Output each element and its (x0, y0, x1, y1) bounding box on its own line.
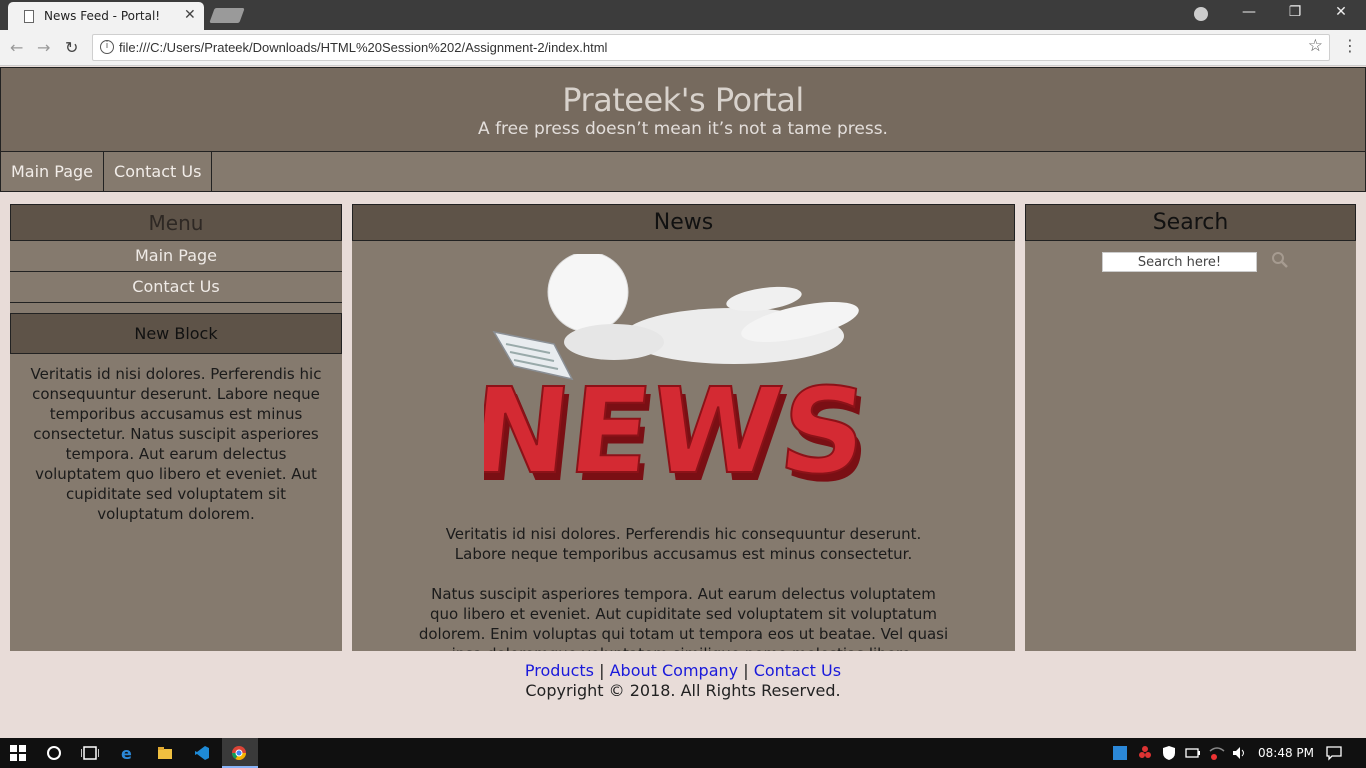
site-tagline: A free press doesn’t mean it’s not a tam… (478, 119, 888, 139)
search-row (1025, 241, 1356, 281)
page-icon (24, 10, 34, 23)
tab-title: News Feed - Portal! (44, 9, 161, 23)
footer-link-contact-us[interactable]: Contact Us (754, 661, 841, 680)
windows-taskbar: e 08:48 PM (0, 738, 1366, 768)
menu-heading: Menu (10, 204, 342, 241)
search-sidebar: Search (1025, 204, 1356, 651)
url-text[interactable]: file:///C:/Users/Prateek/Downloads/HTML%… (119, 40, 607, 55)
bookmark-star-icon[interactable]: ☆ (1308, 36, 1323, 56)
forward-icon[interactable]: → (37, 38, 50, 57)
defender-shield-icon[interactable] (1160, 745, 1178, 761)
cortana-icon[interactable] (45, 745, 63, 761)
chrome-taskbar-button[interactable] (222, 738, 258, 768)
footer-links: Products | About Company | Contact Us (0, 661, 1366, 681)
vscode-icon[interactable] (193, 745, 211, 761)
wifi-disconnected-icon[interactable] (1208, 745, 1226, 761)
search-heading: Search (1025, 204, 1356, 241)
new-block-heading: New Block (10, 313, 342, 354)
footer-link-about-company[interactable]: About Company (610, 661, 739, 680)
sidebar-item-contact-us[interactable]: Contact Us (10, 272, 342, 303)
minimize-button[interactable]: — (1226, 4, 1272, 20)
search-icon[interactable] (1271, 251, 1289, 269)
topnav-main-page[interactable]: Main Page (1, 152, 105, 191)
new-block-text: Veritatis id nisi dolores. Perferendis h… (30, 365, 322, 523)
left-sidebar: Menu Main Page Contact Us New Block Veri… (10, 204, 342, 651)
file-explorer-icon[interactable] (156, 745, 174, 761)
footer-link-products[interactable]: Products (525, 661, 594, 680)
news-letters: NEWS (484, 362, 873, 500)
copyright: Copyright © 2018. All Rights Reserved. (525, 681, 841, 700)
taskbar-clock[interactable]: 08:48 PM (1258, 746, 1314, 760)
close-tab-icon[interactable]: ✕ (184, 7, 196, 23)
footer-separator: | (599, 661, 605, 680)
news-paragraph-1: Veritatis id nisi dolores. Perferendis h… (445, 525, 922, 563)
action-center-icon[interactable] (1325, 745, 1343, 761)
news-figure-graphic: NEWS NEWS (463, 251, 878, 508)
site-header: Prateek's Portal A free press doesn’t me… (0, 67, 1366, 152)
back-icon[interactable]: ← (10, 38, 23, 57)
address-bar[interactable]: i file:///C:/Users/Prateek/Downloads/HTM… (92, 34, 1330, 61)
edge-browser-icon[interactable]: e (119, 745, 137, 761)
topnav-contact-us[interactable]: Contact Us (104, 152, 213, 191)
top-navigation: Main Page Contact Us (0, 152, 1366, 192)
news-paragraph-2: Natus suscipit asperiores tempora. Aut e… (418, 585, 949, 651)
browser-tab[interactable]: News Feed - Portal! ✕ (8, 2, 204, 30)
footer-separator: | (743, 661, 749, 680)
new-tab-button[interactable] (209, 8, 245, 23)
info-icon[interactable]: i (100, 40, 114, 54)
close-window-button[interactable]: ✕ (1318, 4, 1364, 20)
news-section: News NEWS NEWS Veritatis id nisi dolores… (352, 204, 1015, 651)
tray-network-share-icon[interactable] (1136, 745, 1154, 761)
volume-icon[interactable] (1231, 745, 1249, 761)
svg-text:e: e (121, 745, 132, 761)
sidebar-item-main-page[interactable]: Main Page (10, 241, 342, 272)
news-heading: News (352, 204, 1015, 241)
search-input[interactable] (1102, 252, 1257, 272)
news-illustration: NEWS NEWS (463, 251, 884, 508)
web-page: Prateek's Portal A free press doesn’t me… (0, 67, 1366, 737)
site-title: Prateek's Portal (562, 81, 804, 119)
reload-icon[interactable]: ↻ (65, 38, 78, 57)
browser-menu-icon[interactable]: ⋮ (1342, 36, 1358, 55)
tray-app-icon[interactable] (1111, 745, 1129, 761)
profile-icon[interactable] (1194, 7, 1208, 21)
restore-button[interactable]: ❐ (1272, 4, 1318, 20)
news-article: Veritatis id nisi dolores. Perferendis h… (419, 524, 949, 651)
windows-start-icon[interactable] (9, 745, 27, 761)
browser-tabstrip: News Feed - Portal! ✕ — ❐ ✕ (0, 0, 1366, 30)
task-view-icon[interactable] (81, 745, 99, 761)
browser-toolbar: ← → ↻ i file:///C:/Users/Prateek/Downloa… (0, 30, 1366, 66)
site-footer: Products | About Company | Contact Us Co… (0, 661, 1366, 701)
battery-icon[interactable] (1184, 745, 1202, 761)
reading-figure (492, 251, 859, 381)
chrome-icon (232, 746, 246, 760)
